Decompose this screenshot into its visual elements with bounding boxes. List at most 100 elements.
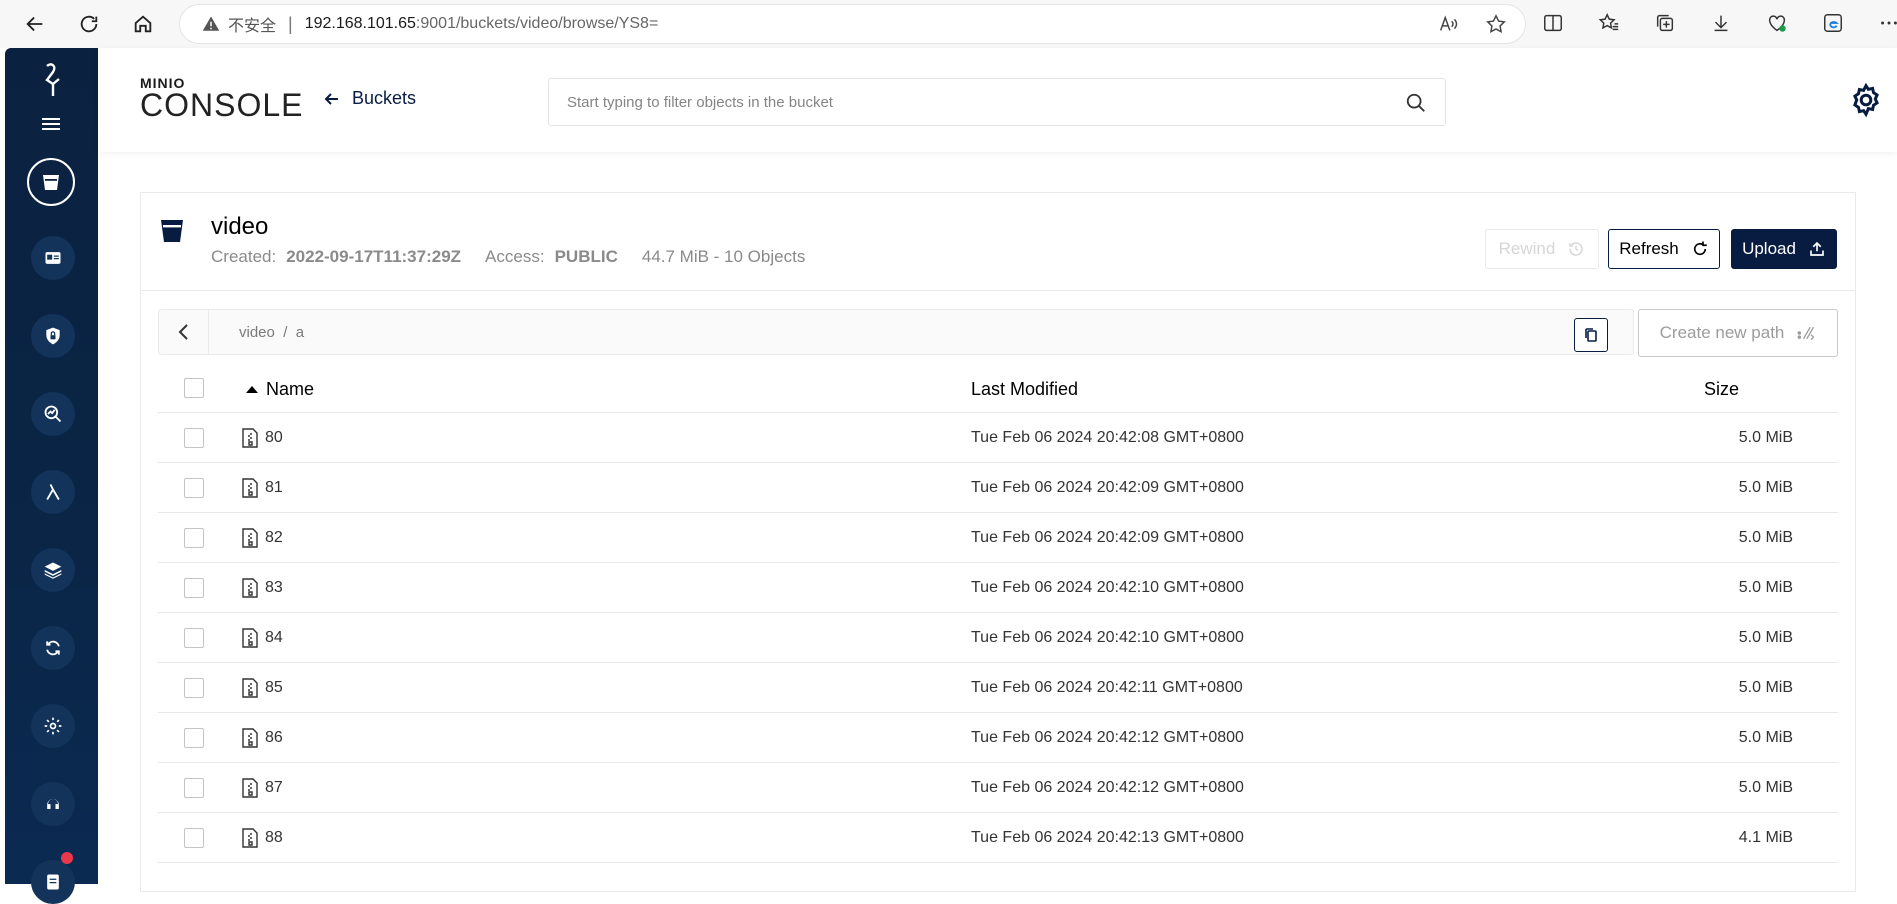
sort-ascending-icon bbox=[246, 386, 258, 393]
headset-icon bbox=[47, 799, 59, 809]
row-checkbox[interactable] bbox=[184, 778, 204, 798]
table-row[interactable]: 88 Tue Feb 06 2024 20:42:13 GMT+0800 4.1 M… bbox=[158, 813, 1838, 863]
copy-path-button[interactable] bbox=[1574, 318, 1608, 352]
copy-icon bbox=[1585, 328, 1597, 342]
reload-icon[interactable] bbox=[72, 7, 106, 41]
object-name[interactable]: 85 bbox=[265, 679, 283, 697]
object-size: 5.0 MiB bbox=[1738, 429, 1793, 446]
create-new-path-button[interactable]: Create new path bbox=[1638, 309, 1838, 357]
url-text: 192.168.101.65:9001/buckets/video/browse… bbox=[305, 15, 659, 33]
table-row[interactable]: 80 Tue Feb 06 2024 20:42:08 GMT+0800 5.0 M… bbox=[158, 413, 1838, 463]
row-checkbox[interactable] bbox=[184, 528, 204, 548]
column-header-size[interactable]: Size bbox=[1704, 379, 1739, 400]
gear-icon bbox=[44, 717, 62, 735]
table-row[interactable]: 87 Tue Feb 06 2024 20:42:12 GMT+0800 5.0 M… bbox=[158, 763, 1838, 813]
edge-icon[interactable] bbox=[1820, 10, 1846, 36]
page-header: MINIO CONSOLE Buckets bbox=[98, 48, 1897, 152]
browser-toolbar: 不安全 | 192.168.101.65:9001/buckets/video/… bbox=[0, 0, 1897, 48]
sidebar bbox=[5, 48, 98, 904]
sidebar-item-support[interactable] bbox=[31, 782, 75, 826]
object-name[interactable]: 81 bbox=[265, 479, 283, 497]
refresh-label: Refresh bbox=[1619, 239, 1679, 258]
object-size: 5.0 MiB bbox=[1738, 729, 1793, 746]
health-icon[interactable] bbox=[1764, 10, 1790, 36]
id-card-icon bbox=[45, 252, 61, 264]
lambda-icon bbox=[46, 484, 60, 500]
settings-gear-icon[interactable] bbox=[1848, 82, 1884, 118]
row-checkbox[interactable] bbox=[184, 628, 204, 648]
address-separator: | bbox=[288, 13, 293, 34]
bucket-info-header: video Created: 2022-09-17T11:37:29Z Acce… bbox=[141, 193, 1855, 291]
object-name[interactable]: 82 bbox=[265, 529, 283, 547]
more-icon[interactable] bbox=[1876, 10, 1897, 36]
notification-badge bbox=[61, 852, 73, 864]
create-new-path-label: Create new path bbox=[1659, 323, 1785, 342]
read-aloud-icon[interactable] bbox=[1437, 13, 1459, 35]
home-icon[interactable] bbox=[126, 7, 160, 41]
row-checkbox[interactable] bbox=[184, 678, 204, 698]
object-name[interactable]: 80 bbox=[265, 429, 283, 447]
upload-button[interactable]: Upload bbox=[1731, 229, 1837, 269]
search-input[interactable] bbox=[567, 93, 1387, 111]
table-row[interactable]: 83 Tue Feb 06 2024 20:42:10 GMT+0800 5.0 M… bbox=[158, 563, 1838, 613]
sidebar-item-monitoring[interactable] bbox=[31, 392, 75, 436]
search-icon[interactable] bbox=[1405, 92, 1427, 114]
download-icon[interactable] bbox=[1708, 10, 1734, 36]
object-name[interactable]: 88 bbox=[265, 829, 283, 847]
favorites-icon[interactable] bbox=[1596, 10, 1622, 36]
minio-console-logo[interactable]: MINIO CONSOLE bbox=[140, 76, 303, 121]
table-row[interactable]: 85 Tue Feb 06 2024 20:42:11 GMT+0800 5.0 M… bbox=[158, 663, 1838, 713]
back-to-buckets-link[interactable]: Buckets bbox=[324, 88, 416, 109]
table-row[interactable]: 86 Tue Feb 06 2024 20:42:12 GMT+0800 5.0 M… bbox=[158, 713, 1838, 763]
column-header-name[interactable]: Name bbox=[246, 379, 314, 400]
sidebar-item-policies[interactable] bbox=[31, 314, 75, 358]
upload-icon bbox=[1810, 241, 1824, 256]
favorite-star-icon[interactable] bbox=[1485, 13, 1507, 35]
row-checkbox[interactable] bbox=[184, 728, 204, 748]
sync-icon bbox=[46, 640, 60, 656]
created-label: Created: bbox=[211, 247, 277, 266]
document-icon bbox=[47, 874, 59, 890]
rewind-button[interactable]: Rewind bbox=[1485, 229, 1599, 269]
sidebar-item-events[interactable] bbox=[31, 470, 75, 514]
sidebar-item-tiers[interactable] bbox=[31, 548, 75, 592]
path-back-button[interactable] bbox=[159, 310, 209, 354]
row-checkbox[interactable] bbox=[184, 578, 204, 598]
collections-icon[interactable] bbox=[1652, 10, 1678, 36]
object-name[interactable]: 84 bbox=[265, 629, 283, 647]
object-size: 4.1 MiB bbox=[1738, 829, 1793, 846]
object-last-modified: Tue Feb 06 2024 20:42:13 GMT+0800 bbox=[971, 829, 1244, 846]
objects-table: Name Last Modified Size 80 Tue Feb 06 202… bbox=[158, 363, 1838, 863]
rewind-label: Rewind bbox=[1498, 239, 1556, 258]
row-checkbox[interactable] bbox=[184, 428, 204, 448]
access-value[interactable]: PUBLIC bbox=[555, 247, 618, 267]
split-screen-icon[interactable] bbox=[1540, 10, 1566, 36]
object-name[interactable]: 83 bbox=[265, 579, 283, 597]
address-bar[interactable]: 不安全 | 192.168.101.65:9001/buckets/video/… bbox=[180, 5, 1525, 43]
row-checkbox[interactable] bbox=[184, 828, 204, 848]
sidebar-item-replication[interactable] bbox=[31, 626, 75, 670]
table-row[interactable]: 81 Tue Feb 06 2024 20:42:09 GMT+0800 5.0 M… bbox=[158, 463, 1838, 513]
sidebar-item-settings[interactable] bbox=[31, 704, 75, 748]
hamburger-menu-icon[interactable] bbox=[38, 112, 66, 136]
column-header-name-label: Name bbox=[266, 379, 315, 399]
refresh-button[interactable]: Refresh bbox=[1608, 229, 1720, 269]
sidebar-item-access-keys[interactable] bbox=[31, 236, 75, 280]
back-icon[interactable] bbox=[18, 7, 52, 41]
select-all-checkbox[interactable] bbox=[184, 378, 204, 398]
row-checkbox[interactable] bbox=[184, 478, 204, 498]
sidebar-item-license[interactable] bbox=[31, 860, 75, 904]
file-icon bbox=[242, 778, 258, 798]
object-name[interactable]: 86 bbox=[265, 729, 283, 747]
table-row[interactable]: 84 Tue Feb 06 2024 20:42:10 GMT+0800 5.0 M… bbox=[158, 613, 1838, 663]
object-last-modified: Tue Feb 06 2024 20:42:12 GMT+0800 bbox=[971, 729, 1244, 746]
back-to-buckets-label: Buckets bbox=[352, 88, 417, 108]
sidebar-item-buckets[interactable] bbox=[27, 158, 75, 206]
breadcrumb[interactable]: video / a bbox=[239, 324, 304, 341]
column-header-last-modified[interactable]: Last Modified bbox=[971, 379, 1078, 400]
object-name[interactable]: 87 bbox=[265, 779, 283, 797]
object-last-modified: Tue Feb 06 2024 20:42:09 GMT+0800 bbox=[971, 479, 1244, 496]
minio-logo-icon[interactable] bbox=[37, 60, 67, 98]
object-size: 5.0 MiB bbox=[1738, 579, 1793, 596]
table-row[interactable]: 82 Tue Feb 06 2024 20:42:09 GMT+0800 5.0 M… bbox=[158, 513, 1838, 563]
